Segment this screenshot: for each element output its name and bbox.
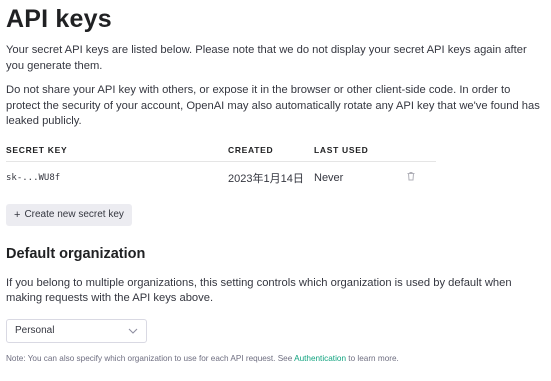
organization-select[interactable]: Personal (6, 318, 147, 343)
note-suffix: to learn more. (346, 353, 399, 363)
secret-key-cell: sk-...WU8f (6, 172, 61, 183)
default-organization-description: If you belong to multiple organizations,… (6, 276, 512, 305)
organization-select-value: Personal (15, 325, 55, 336)
header-secret-key: SECRET KEY (6, 144, 228, 162)
warning-text: Do not share your API key with others, o… (6, 84, 540, 127)
table-header-row: SECRET KEY CREATED LAST USED (6, 144, 436, 162)
chevron-down-icon (128, 326, 138, 336)
create-new-secret-key-button[interactable]: + Create new secret key (6, 203, 132, 226)
plus-icon: + (14, 208, 21, 221)
default-organization-heading: Default organization (6, 245, 146, 262)
note-prefix: Note: You can also specify which organiz… (6, 353, 295, 363)
actions-cell (406, 161, 436, 192)
page: API keys Your secret API keys are listed… (0, 4, 551, 363)
header-actions (406, 144, 436, 162)
table-row: sk-...WU8f 2023年1月14日 Never (6, 161, 436, 192)
create-button-label: Create new secret key (24, 209, 124, 220)
intro-text: Your secret API keys are listed below. P… (6, 44, 527, 72)
header-last-used: LAST USED (314, 144, 406, 162)
authentication-link[interactable]: Authentication (294, 354, 346, 363)
page-title: API keys (6, 5, 112, 33)
note-text: Note: You can also specify which organiz… (6, 354, 545, 363)
created-cell: 2023年1月14日 (228, 172, 304, 185)
header-created: CREATED (228, 144, 314, 162)
last-used-cell: Never (314, 171, 344, 184)
api-keys-table: SECRET KEY CREATED LAST USED sk-...WU8f … (6, 144, 436, 192)
trash-icon[interactable] (406, 171, 416, 181)
